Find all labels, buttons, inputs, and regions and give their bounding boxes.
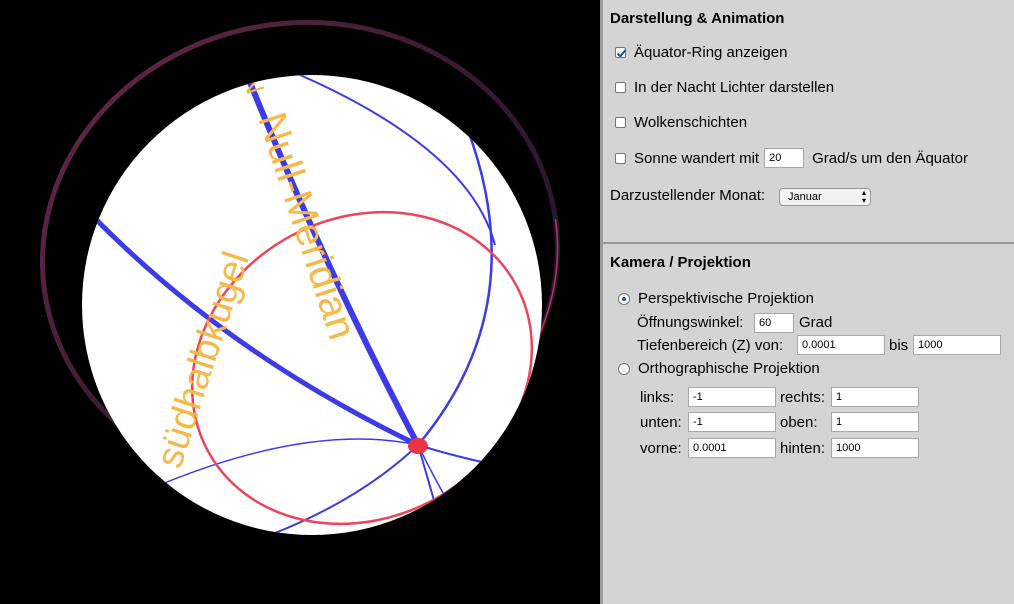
top-label: oben: [780, 414, 818, 431]
depth-to-input[interactable] [913, 335, 1001, 355]
depth-from-input[interactable] [797, 335, 885, 355]
far-label: hinten: [780, 440, 826, 457]
perspective-radio[interactable] [618, 292, 630, 305]
left-label: links: [640, 389, 675, 406]
orthographic-radio[interactable] [618, 362, 630, 375]
sun-animation-checkbox[interactable] [615, 152, 626, 164]
cloud-layers-label[interactable]: Wolkenschichten [634, 114, 747, 131]
night-lights-checkbox[interactable] [615, 82, 626, 93]
globe-viewport[interactable]: Null-Meridian südhalbkugel N [0, 0, 600, 604]
equator-ring-option[interactable]: Äquator-Ring anzeigen [615, 44, 787, 61]
top-input[interactable] [831, 412, 919, 432]
equator-ring-label[interactable]: Äquator-Ring anzeigen [634, 44, 787, 61]
sun-animation-option[interactable]: Sonne wandert mit Grad/s um den Äquator [615, 148, 968, 168]
section-title-camera: Kamera / Projektion [610, 254, 751, 271]
month-select[interactable]: Januar ▴ ▾ [779, 188, 871, 206]
select-arrows-icon: ▴ ▾ [861, 188, 866, 205]
orthographic-label[interactable]: Orthographische Projektion [638, 360, 820, 377]
globe-canvas[interactable]: Null-Meridian südhalbkugel N [0, 0, 600, 604]
fov-unit: Grad [799, 314, 833, 331]
fov-label: Öffnungswinkel: [637, 314, 744, 331]
sun-label-before: Sonne wandert mit [634, 149, 760, 167]
equator-ring-checkbox[interactable] [615, 47, 626, 58]
perspective-label[interactable]: Perspektivische Projektion [638, 290, 814, 307]
perspective-option[interactable]: Perspektivische Projektion [618, 290, 814, 307]
orthographic-option[interactable]: Orthographische Projektion [618, 360, 820, 377]
night-lights-label[interactable]: In der Nacht Lichter darstellen [634, 79, 834, 96]
pole-marker [408, 438, 428, 454]
cloud-layers-option[interactable]: Wolkenschichten [615, 114, 747, 131]
section-divider [603, 242, 1014, 244]
settings-panel: Darstellung & Animation Äquator-Ring anz… [603, 0, 1014, 604]
month-select-value: Januar [788, 191, 822, 203]
section-title-display: Darstellung & Animation [610, 10, 785, 27]
near-input[interactable] [688, 438, 776, 458]
depth-label: Tiefenbereich (Z) von: [637, 337, 784, 354]
right-label: rechts: [780, 389, 826, 406]
cloud-layers-checkbox[interactable] [615, 117, 626, 128]
near-label: vorne: [640, 440, 682, 457]
sun-speed-input[interactable] [764, 148, 805, 168]
bottom-label: unten: [640, 414, 682, 431]
fov-input[interactable] [754, 313, 794, 333]
month-label: Darzustellender Monat: [610, 187, 766, 204]
depth-to-label: bis [889, 337, 909, 354]
far-input[interactable] [831, 438, 919, 458]
left-input[interactable] [688, 387, 776, 407]
sun-label-after: Grad/s um den Äquator [812, 149, 968, 167]
night-lights-option[interactable]: In der Nacht Lichter darstellen [615, 79, 834, 96]
bottom-input[interactable] [688, 412, 776, 432]
right-input[interactable] [831, 387, 919, 407]
